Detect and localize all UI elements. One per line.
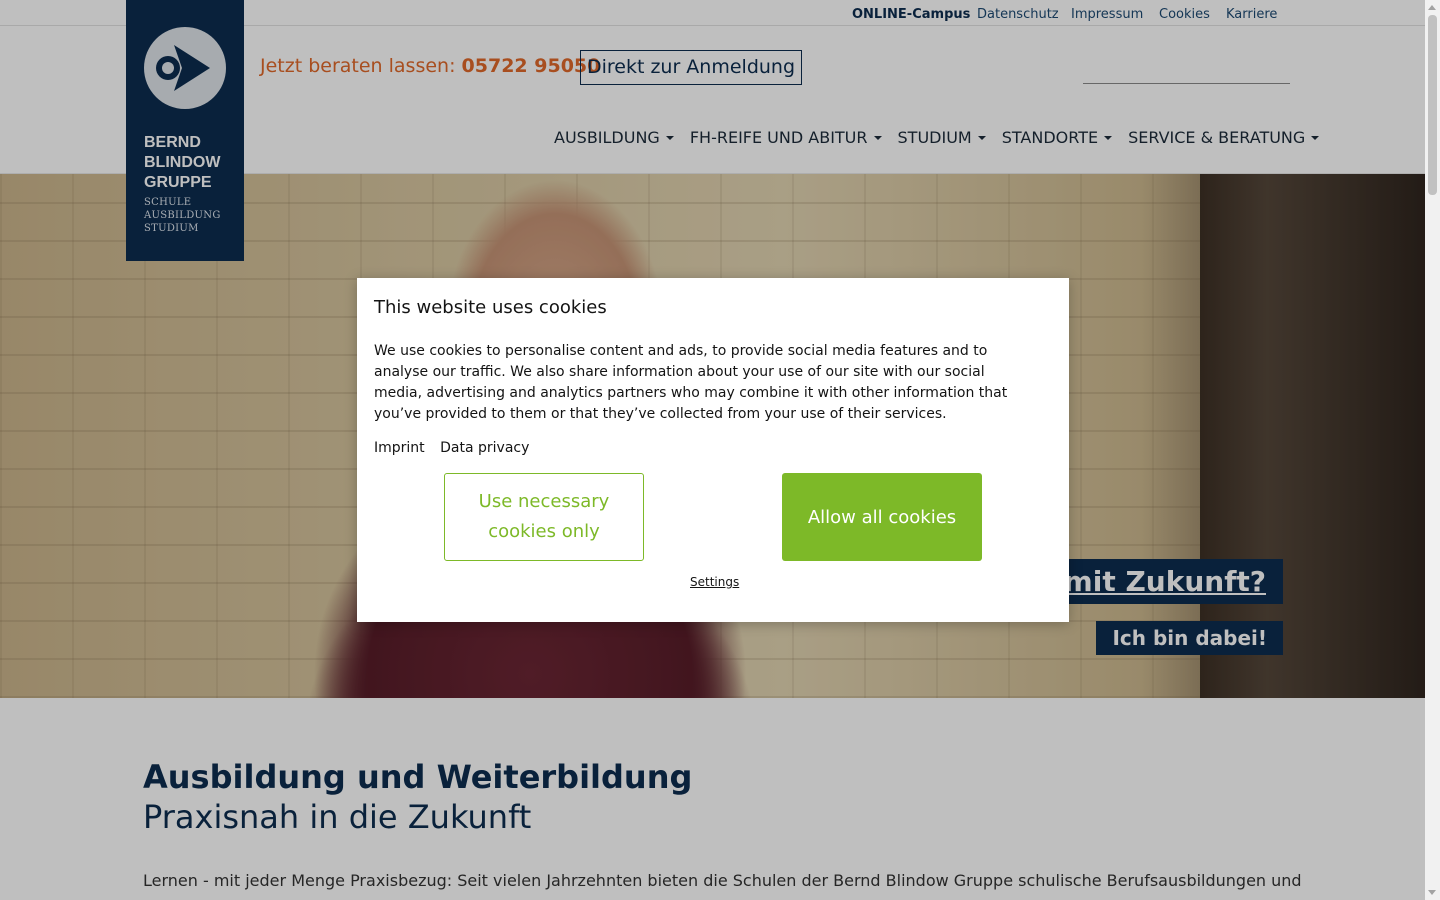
allow-all-cookies-button[interactable]: Allow all cookies xyxy=(782,473,982,561)
cookie-dialog-links: Imprint Data privacy xyxy=(374,440,540,456)
cookie-consent-dialog: This website uses cookies We use cookies… xyxy=(357,278,1069,622)
imprint-link[interactable]: Imprint xyxy=(374,440,425,456)
scroll-down-arrow-icon[interactable] xyxy=(1428,890,1436,895)
page-scrollbar[interactable] xyxy=(1425,0,1440,900)
scrollbar-thumb[interactable] xyxy=(1428,15,1437,195)
use-necessary-cookies-button[interactable]: Use necessary cookies only xyxy=(444,473,644,561)
cookie-dialog-text: We use cookies to personalise content an… xyxy=(374,343,1008,422)
cookie-settings-link[interactable]: Settings xyxy=(690,575,739,589)
data-privacy-link[interactable]: Data privacy xyxy=(440,440,529,456)
cookie-dialog-title: This website uses cookies xyxy=(374,297,607,318)
scroll-up-arrow-icon[interactable] xyxy=(1428,5,1436,10)
